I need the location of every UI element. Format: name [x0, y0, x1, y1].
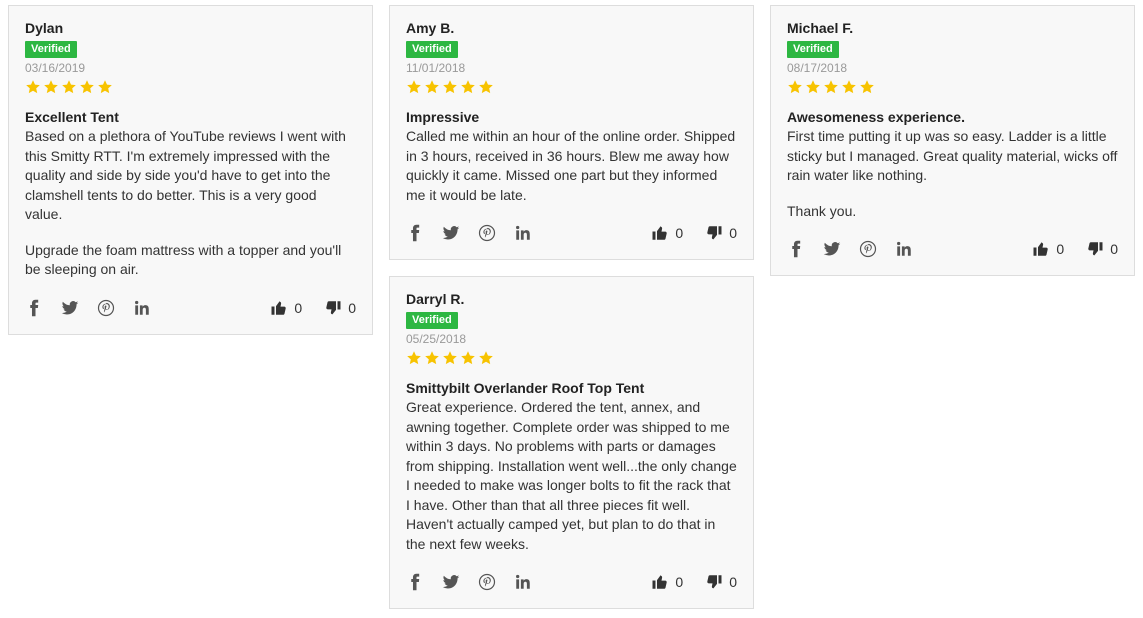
thumbs-down-icon[interactable]: [705, 224, 723, 242]
review-author: Dylan: [25, 20, 64, 36]
thumbs-down-icon[interactable]: [324, 299, 342, 317]
review-paragraph: Upgrade the foam mattress with a topper …: [25, 241, 342, 278]
review-paragraph: First time putting it up was so easy. La…: [787, 128, 1118, 183]
review-title: Impressive: [406, 109, 480, 125]
review-actions: 0 0: [787, 237, 1118, 261]
pinterest-icon[interactable]: [97, 299, 115, 317]
review-date: 11/01/2018: [406, 61, 466, 75]
thumbs-up-icon[interactable]: [270, 299, 288, 317]
verified-badge: Verified: [406, 312, 458, 329]
review-card: Amy B. Verified 11/01/2018 Impressive Ca…: [389, 5, 754, 260]
star-icon: [424, 350, 440, 366]
facebook-icon[interactable]: [406, 573, 424, 591]
star-icon: [442, 79, 458, 95]
review-date: 08/17/2018: [787, 61, 848, 75]
star-icon: [442, 350, 458, 366]
review-votes: 0 0: [270, 299, 356, 317]
share-links: [787, 240, 913, 258]
review-title: Smittybilt Overlander Roof Top Tent: [406, 380, 645, 396]
review-paragraph: Called me within an hour of the online o…: [406, 128, 736, 203]
pinterest-icon[interactable]: [478, 573, 496, 591]
share-links: [406, 573, 532, 591]
star-icon: [478, 79, 494, 95]
star-icon: [841, 79, 857, 95]
review-card: Dylan Verified 03/16/2019 Excellent Tent…: [8, 5, 373, 335]
helpful-count: 0: [675, 574, 684, 590]
unhelpful-count: 0: [348, 299, 356, 316]
verified-badge: Verified: [787, 41, 839, 58]
review-title: Excellent Tent: [25, 109, 119, 125]
unhelpful-count: 0: [1110, 241, 1118, 257]
star-rating: [787, 77, 1118, 97]
star-icon: [43, 79, 59, 95]
review-votes: 0 0: [1032, 240, 1118, 258]
twitter-icon[interactable]: [61, 299, 79, 317]
facebook-icon[interactable]: [406, 224, 424, 242]
star-icon: [478, 350, 494, 366]
star-icon: [460, 350, 476, 366]
linkedin-icon[interactable]: [514, 224, 532, 242]
review-body: Great experience. Ordered the tent, anne…: [406, 398, 737, 554]
twitter-icon[interactable]: [823, 240, 841, 258]
review-paragraph: Based on a plethora of YouTube reviews I…: [25, 128, 346, 222]
star-icon: [61, 79, 77, 95]
linkedin-icon[interactable]: [133, 299, 151, 317]
reviews-wall: Dylan Verified 03/16/2019 Excellent Tent…: [0, 0, 1143, 618]
thumbs-down-icon[interactable]: [705, 573, 723, 591]
star-rating: [406, 348, 737, 368]
pinterest-icon[interactable]: [478, 224, 496, 242]
star-icon: [406, 350, 422, 366]
review-date: 03/16/2019: [25, 61, 86, 75]
helpful-count: 0: [294, 299, 303, 316]
helpful-count: 0: [675, 225, 684, 241]
linkedin-icon[interactable]: [895, 240, 913, 258]
review-actions: 0 0: [406, 221, 737, 245]
star-icon: [97, 79, 113, 95]
review-paragraph: Thank you.: [787, 202, 857, 219]
review-title: Awesomeness experience.: [787, 109, 965, 125]
review-body: Called me within an hour of the online o…: [406, 127, 737, 205]
helpful-count: 0: [1056, 241, 1065, 257]
star-icon: [406, 79, 422, 95]
star-icon: [805, 79, 821, 95]
twitter-icon[interactable]: [442, 224, 460, 242]
thumbs-up-icon[interactable]: [651, 573, 669, 591]
star-rating: [25, 77, 356, 97]
verified-badge: Verified: [406, 41, 458, 58]
thumbs-up-icon[interactable]: [651, 224, 669, 242]
review-votes: 0 0: [651, 224, 737, 242]
facebook-icon[interactable]: [25, 299, 43, 317]
star-icon: [859, 79, 875, 95]
star-rating: [406, 77, 737, 97]
review-card: Darryl R. Verified 05/25/2018 Smittybilt…: [389, 276, 754, 609]
facebook-icon[interactable]: [787, 240, 805, 258]
star-icon: [787, 79, 803, 95]
star-icon: [460, 79, 476, 95]
pinterest-icon[interactable]: [859, 240, 877, 258]
review-body: First time putting it up was so easy. La…: [787, 127, 1118, 221]
star-icon: [25, 79, 41, 95]
share-links: [406, 224, 532, 242]
verified-badge: Verified: [25, 41, 77, 58]
twitter-icon[interactable]: [442, 573, 460, 591]
review-author: Darryl R.: [406, 291, 465, 307]
thumbs-down-icon[interactable]: [1086, 240, 1104, 258]
review-card: Michael F. Verified 08/17/2018 Awesomene…: [770, 5, 1135, 276]
star-icon: [823, 79, 839, 95]
review-actions: 0 0: [25, 296, 356, 320]
review-actions: 0 0: [406, 570, 737, 594]
review-author: Amy B.: [406, 20, 455, 36]
unhelpful-count: 0: [729, 574, 737, 590]
review-votes: 0 0: [651, 573, 737, 591]
review-paragraph: Great experience. Ordered the tent, anne…: [406, 399, 737, 552]
linkedin-icon[interactable]: [514, 573, 532, 591]
unhelpful-count: 0: [729, 225, 737, 241]
star-icon: [79, 79, 95, 95]
review-author: Michael F.: [787, 20, 854, 36]
share-links: [25, 299, 151, 317]
thumbs-up-icon[interactable]: [1032, 240, 1050, 258]
star-icon: [424, 79, 440, 95]
review-date: 05/25/2018: [406, 332, 467, 346]
review-body: Based on a plethora of YouTube reviews I…: [25, 127, 356, 280]
